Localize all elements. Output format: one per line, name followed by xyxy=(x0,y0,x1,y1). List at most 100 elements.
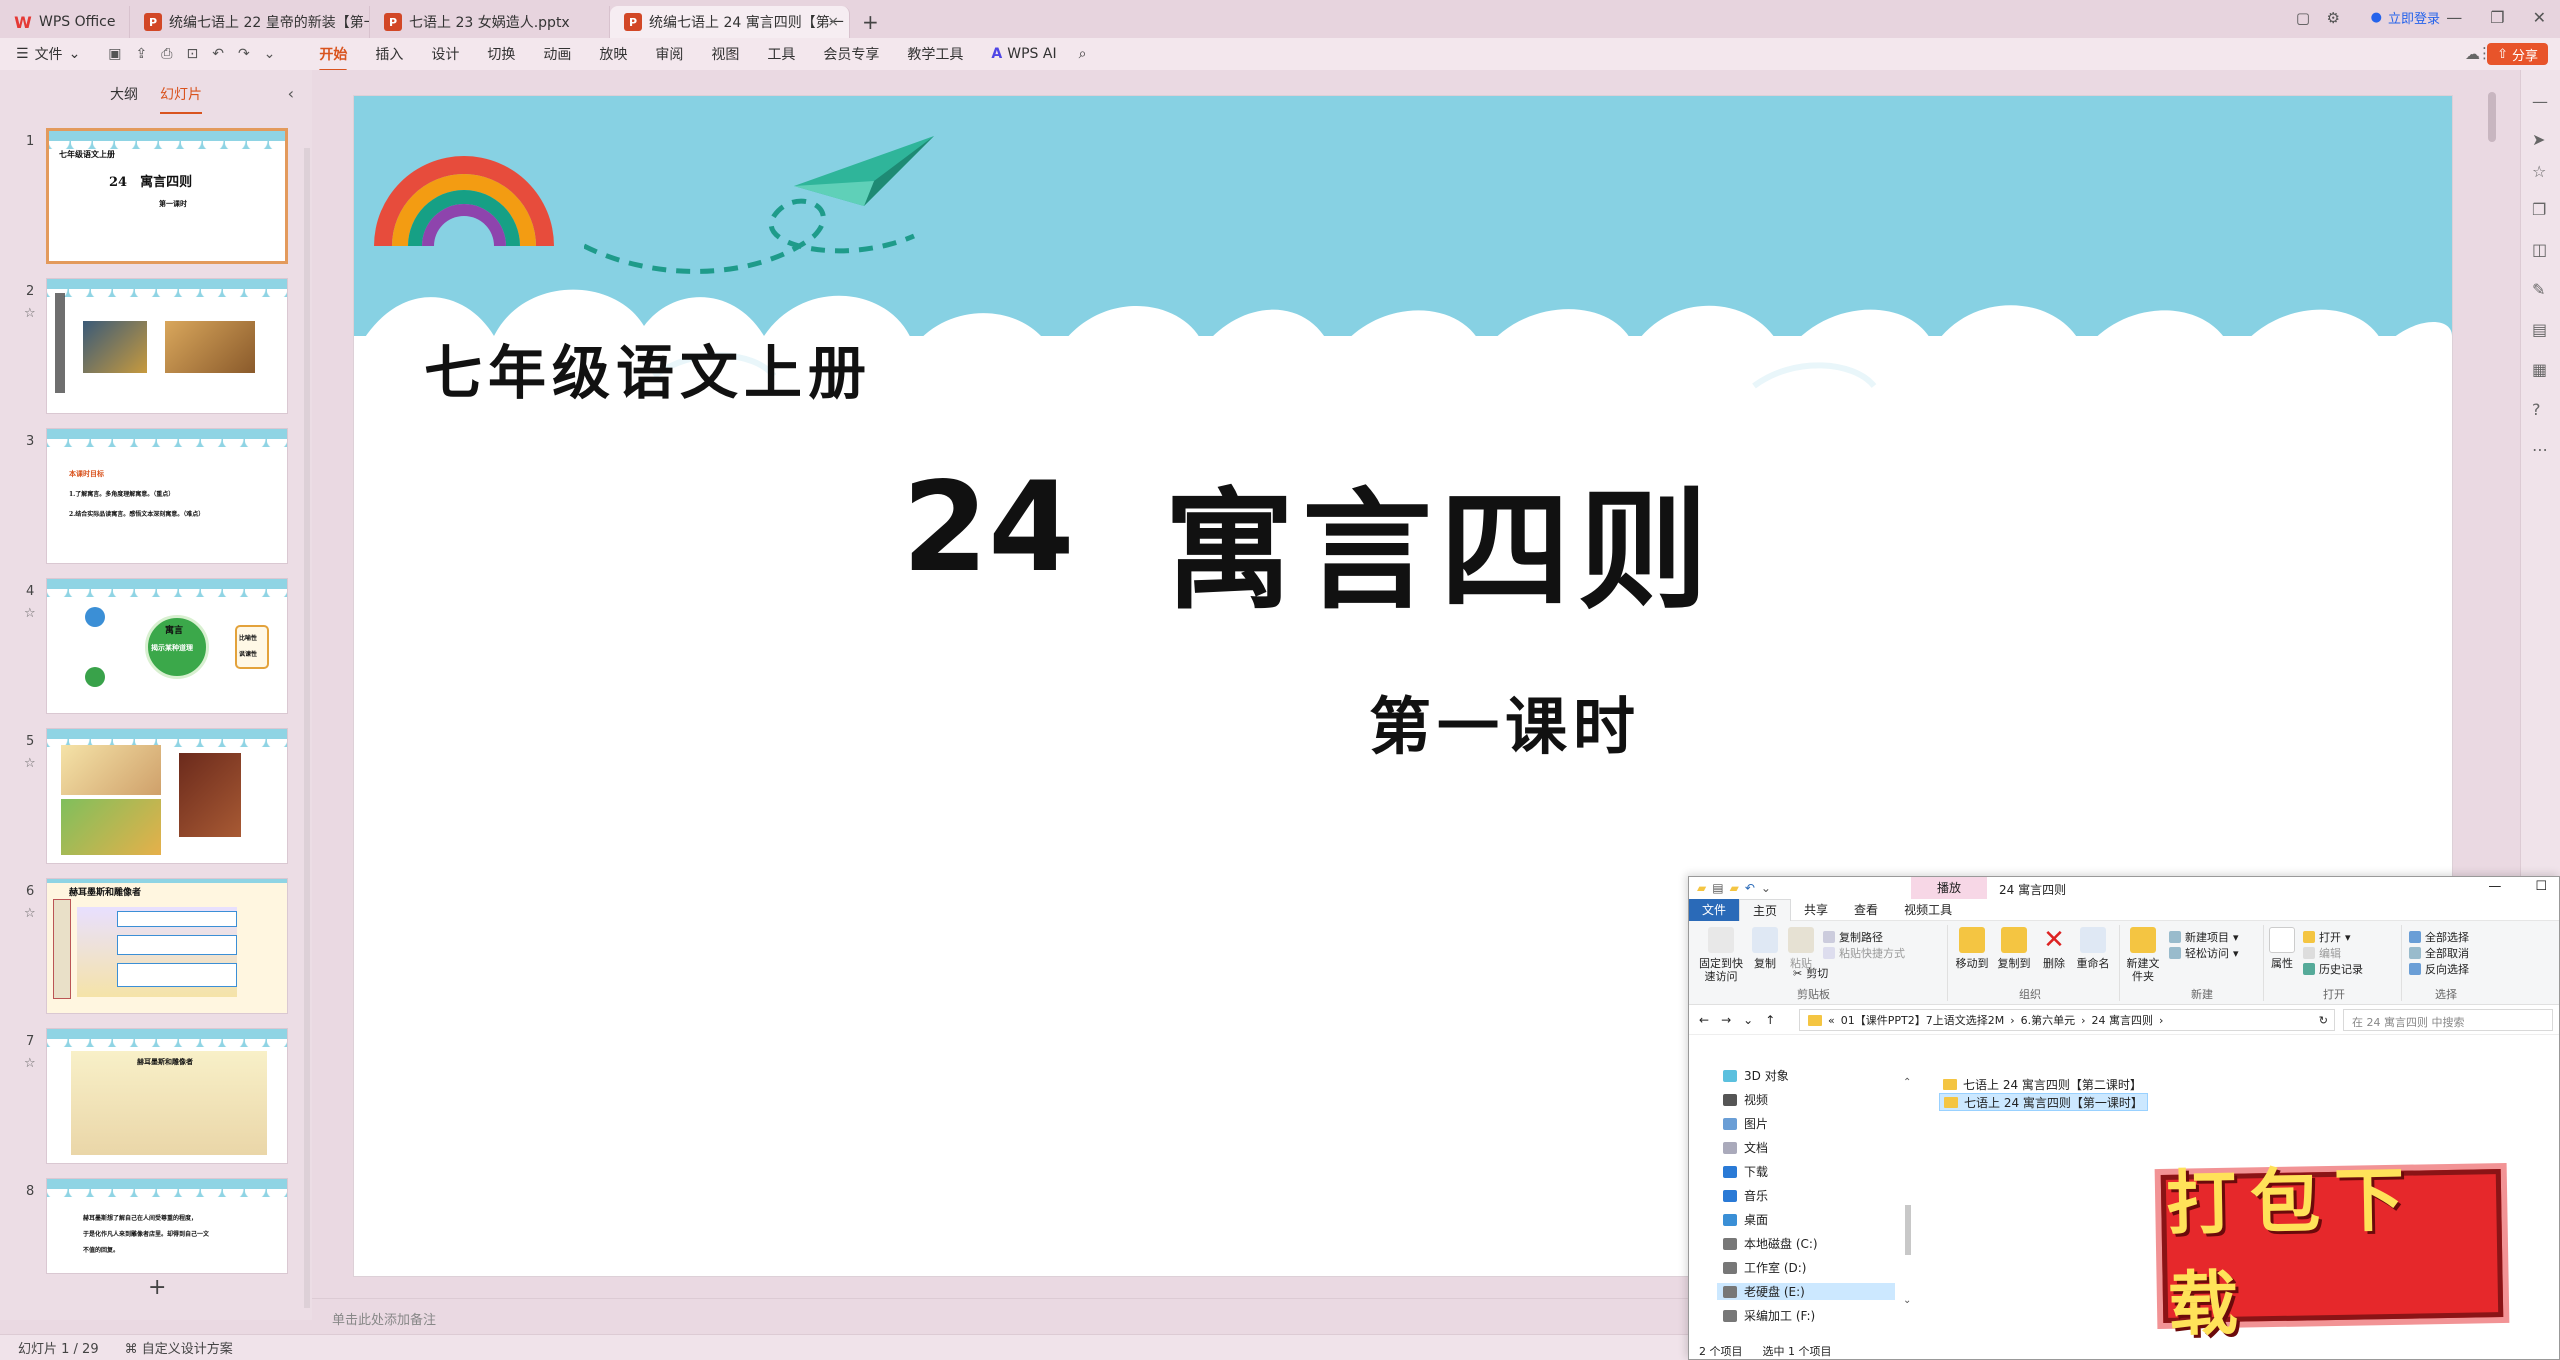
nav-scrollbar[interactable]: ⌃ ⌄ xyxy=(1903,1075,1913,1305)
copy-icon[interactable]: ❐ xyxy=(2532,200,2546,219)
window-layout-icon[interactable]: ▢ xyxy=(2296,9,2310,27)
menu-animation[interactable]: 动画 xyxy=(529,44,585,64)
easy-access-button[interactable]: 轻松访问 ▾ xyxy=(2169,945,2239,961)
cursor-icon[interactable]: ➤ xyxy=(2532,130,2545,149)
file-menu[interactable]: ☰ 文件 ⌄ xyxy=(16,44,80,64)
slide-thumbnail-3[interactable]: 3 本课时目标 1.了解寓言。多角度理解寓意。（重点） 2.结合实际品读寓言。感… xyxy=(0,428,312,568)
minimize-icon[interactable]: — xyxy=(2488,879,2501,894)
select-all-button[interactable]: 全部选择 xyxy=(2409,929,2469,945)
magic-icon[interactable]: ✎ xyxy=(2532,280,2545,299)
lesson-number[interactable]: 24 xyxy=(902,456,1075,600)
thumbnail-scrollbar[interactable] xyxy=(304,148,310,1308)
nav-desktop[interactable]: 桌面 xyxy=(1723,1211,1768,1228)
tab-file[interactable]: 文件 xyxy=(1689,898,1740,921)
open-button[interactable]: 打开 ▾ xyxy=(2303,929,2351,945)
export-icon[interactable]: ⇪ xyxy=(136,46,148,62)
cut-button[interactable]: ✂ 剪切 xyxy=(1793,965,1828,981)
star-icon[interactable]: ☆ xyxy=(24,606,36,621)
nav-downloads[interactable]: 下载 xyxy=(1723,1163,1768,1180)
address-input[interactable]: « 01【课件PPT2】7上语文选择2M › 6.第六单元 › 24 寓言四则 … xyxy=(1799,1009,2335,1031)
tab-document-2[interactable]: P 七语上 23 女娲造人.pptx xyxy=(370,6,610,38)
menu-tools[interactable]: 工具 xyxy=(753,44,809,64)
chevron-down-icon[interactable]: ⌄ xyxy=(1761,881,1771,895)
nav-drive-c[interactable]: 本地磁盘 (C:) xyxy=(1723,1235,1818,1252)
properties-icon[interactable]: ▤ xyxy=(1712,881,1723,895)
paste-shortcut-button[interactable]: 粘贴快捷方式 xyxy=(1823,945,1905,961)
nav-drive-d[interactable]: 工作室 (D:) xyxy=(1723,1259,1806,1276)
slide-thumbnail-4[interactable]: 4 ☆ 寓言 揭示某种道理 比喻性 讽谏性 xyxy=(0,578,312,718)
pin-quick-access-button[interactable]: 固定到快速访问 xyxy=(1695,927,1747,983)
slide-title[interactable]: 寓言四则 xyxy=(1164,446,1716,634)
tab-share[interactable]: 共享 xyxy=(1791,899,1841,921)
nav-music[interactable]: 音乐 xyxy=(1723,1187,1768,1204)
paste-button[interactable]: 粘贴 xyxy=(1785,927,1817,970)
more-icon[interactable]: ⋯ xyxy=(2532,440,2548,459)
menu-teaching-tools[interactable]: 教学工具 xyxy=(893,44,977,64)
delete-button[interactable]: ✕ 删除 xyxy=(2039,927,2069,970)
slide-thumbnail-2[interactable]: 2 ☆ xyxy=(0,278,312,418)
shape-icon[interactable]: ◫ xyxy=(2532,240,2547,259)
menu-review[interactable]: 审阅 xyxy=(641,44,697,64)
menu-view[interactable]: 视图 xyxy=(697,44,753,64)
nav-3d-objects[interactable]: 3D 对象 xyxy=(1723,1067,1789,1084)
history-button[interactable]: 历史记录 xyxy=(2303,961,2363,977)
design-scheme[interactable]: ⌘ 自定义设计方案 xyxy=(125,1338,233,1357)
copy-to-button[interactable]: 复制到 xyxy=(1995,927,2033,970)
invert-selection-button[interactable]: 反向选择 xyxy=(2409,961,2469,977)
refresh-icon[interactable]: ↻ xyxy=(2319,1014,2328,1027)
star-icon[interactable]: ☆ xyxy=(24,1056,36,1071)
nav-drive-e[interactable]: 老硬盘 (E:) xyxy=(1717,1283,1895,1300)
copy-path-button[interactable]: 复制路径 xyxy=(1823,929,1883,945)
menu-transition[interactable]: 切换 xyxy=(473,44,529,64)
slide-thumbnail-1[interactable]: 1 七年级语文上册 24 寓言四则 第一课时 xyxy=(0,128,312,268)
star-icon[interactable]: ☆ xyxy=(24,906,36,921)
document-icon[interactable]: ▤ xyxy=(2532,320,2547,339)
select-none-button[interactable]: 全部取消 xyxy=(2409,945,2469,961)
login-button[interactable]: ● 立即登录 xyxy=(2371,8,2440,27)
close-icon[interactable]: × xyxy=(827,14,839,30)
breadcrumb-item[interactable]: 01【课件PPT2】7上语文选择2M xyxy=(1841,1012,2004,1028)
preview-icon[interactable]: ⊡ xyxy=(186,46,198,62)
search-icon[interactable]: ⌕ xyxy=(1071,46,1095,62)
rename-button[interactable]: 重命名 xyxy=(2073,927,2113,970)
back-icon[interactable]: ← xyxy=(1699,1013,1709,1027)
nav-videos[interactable]: 视频 xyxy=(1723,1091,1768,1108)
help-icon[interactable]: ? xyxy=(2532,400,2541,419)
add-slide-button[interactable]: + xyxy=(148,1275,166,1300)
canvas-scrollbar[interactable] xyxy=(2488,92,2496,142)
tab-home[interactable]: 主页 xyxy=(1739,898,1792,921)
tab-document-3-active[interactable]: P 统编七语上 24 寓言四则【第一 × xyxy=(610,6,850,38)
menu-design[interactable]: 设计 xyxy=(417,44,473,64)
nav-documents[interactable]: 文档 xyxy=(1723,1139,1768,1156)
print-icon[interactable]: ⎙ xyxy=(161,46,172,62)
download-package-button[interactable]: 打包下载 xyxy=(2160,1157,2504,1346)
menu-slideshow[interactable]: 放映 xyxy=(585,44,641,64)
undo-icon[interactable]: ↶ xyxy=(212,46,224,62)
search-input[interactable]: 在 24 寓言四则 中搜索 xyxy=(2343,1009,2553,1031)
properties-button[interactable]: 属性 xyxy=(2267,927,2297,970)
breadcrumb-item[interactable]: 24 寓言四则 xyxy=(2092,1012,2154,1028)
slide-thumbnail-7[interactable]: 7 ☆ 赫耳墨斯和雕像者 xyxy=(0,1028,312,1168)
copy-button[interactable]: 复制 xyxy=(1749,927,1781,970)
tab-outline[interactable]: 大纲 xyxy=(110,84,138,114)
up-icon[interactable]: ↑ xyxy=(1765,1013,1775,1027)
nav-pictures[interactable]: 图片 xyxy=(1723,1115,1768,1132)
minus-icon[interactable]: — xyxy=(2532,92,2548,111)
chevron-down-icon[interactable]: ⌄ xyxy=(1743,1013,1753,1027)
nav-drive-f[interactable]: 采编加工 (F:) xyxy=(1723,1307,1815,1324)
breadcrumb-item[interactable]: 6.第六单元 xyxy=(2021,1012,2076,1028)
new-tab-button[interactable]: + xyxy=(850,6,891,38)
file-item-selected[interactable]: 七语上 24 寓言四则【第一课时】 xyxy=(1939,1093,2148,1111)
edit-button[interactable]: 编辑 xyxy=(2303,945,2341,961)
tab-view[interactable]: 查看 xyxy=(1841,899,1891,921)
slide-thumbnail-5[interactable]: 5 ☆ xyxy=(0,728,312,868)
slide-thumbnail-6[interactable]: 6 ☆ 赫耳墨斯和雕像者 xyxy=(0,878,312,1018)
tab-document-1[interactable]: P 统编七语上 22 皇帝的新装【第一课 xyxy=(130,6,370,38)
move-to-button[interactable]: 移动到 xyxy=(1953,927,1991,970)
layout-icon[interactable]: ▦ xyxy=(2532,360,2547,379)
new-folder-button[interactable]: 新建文件夹 xyxy=(2123,927,2163,983)
breadcrumb-overflow[interactable]: « xyxy=(1828,1014,1835,1027)
star-icon[interactable]: ☆ xyxy=(24,756,36,771)
forward-icon[interactable]: → xyxy=(1721,1013,1731,1027)
star-icon[interactable]: ☆ xyxy=(24,306,36,321)
